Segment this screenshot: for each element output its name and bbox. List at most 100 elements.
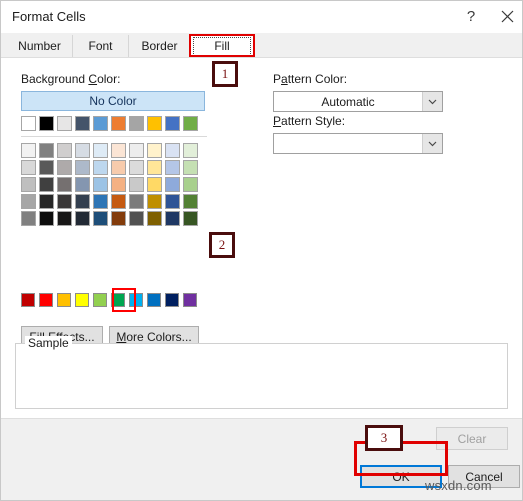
color-swatch[interactable]	[129, 211, 144, 226]
tab-fill[interactable]: Fill	[191, 35, 253, 57]
color-swatch[interactable]	[111, 143, 126, 158]
color-swatch[interactable]	[147, 143, 162, 158]
standard-color-swatch[interactable]	[75, 293, 89, 307]
color-palette	[21, 116, 207, 228]
color-swatch[interactable]	[183, 211, 198, 226]
theme-colors-row-2	[21, 143, 207, 158]
color-swatch[interactable]	[165, 160, 180, 175]
color-swatch[interactable]	[147, 177, 162, 192]
color-swatch[interactable]	[93, 143, 108, 158]
color-swatch[interactable]	[57, 211, 72, 226]
standard-colors-row	[21, 293, 197, 307]
color-swatch[interactable]	[183, 143, 198, 158]
pattern-color-value: Automatic	[321, 94, 375, 109]
color-swatch[interactable]	[75, 160, 90, 175]
theme-colors-row-4	[21, 177, 207, 192]
close-icon[interactable]	[489, 1, 523, 31]
color-swatch[interactable]	[165, 177, 180, 192]
color-swatch[interactable]	[147, 160, 162, 175]
color-swatch[interactable]	[183, 160, 198, 175]
color-swatch[interactable]	[93, 194, 108, 209]
standard-color-swatch[interactable]	[129, 293, 143, 307]
chevron-down-icon[interactable]	[422, 92, 442, 111]
color-swatch[interactable]	[39, 160, 54, 175]
color-swatch[interactable]	[75, 116, 90, 131]
color-swatch[interactable]	[21, 177, 36, 192]
color-swatch[interactable]	[129, 194, 144, 209]
color-swatch[interactable]	[147, 194, 162, 209]
watermark: wsxdn.com	[425, 478, 492, 493]
color-swatch[interactable]	[21, 194, 36, 209]
standard-color-swatch[interactable]	[111, 293, 125, 307]
help-icon[interactable]: ?	[453, 1, 489, 31]
color-swatch[interactable]	[93, 177, 108, 192]
sample-group-box	[15, 343, 508, 409]
color-swatch[interactable]	[129, 160, 144, 175]
color-swatch[interactable]	[93, 160, 108, 175]
color-swatch[interactable]	[75, 177, 90, 192]
annotation-step-1: 1	[212, 61, 238, 87]
standard-color-swatch[interactable]	[57, 293, 71, 307]
fill-tab-panel: Background Color: No Color Fill Effects.…	[1, 57, 522, 418]
color-swatch[interactable]	[183, 116, 198, 131]
color-swatch[interactable]	[93, 116, 108, 131]
color-swatch[interactable]	[147, 116, 162, 131]
color-swatch[interactable]	[75, 211, 90, 226]
color-swatch[interactable]	[21, 160, 36, 175]
color-swatch[interactable]	[129, 177, 144, 192]
color-swatch[interactable]	[57, 194, 72, 209]
clear-label: Clear	[457, 431, 487, 446]
color-swatch[interactable]	[93, 211, 108, 226]
standard-color-swatch[interactable]	[93, 293, 107, 307]
pattern-color-dropdown[interactable]: Automatic	[273, 91, 443, 112]
tab-number[interactable]: Number	[7, 35, 73, 57]
color-swatch[interactable]	[111, 194, 126, 209]
tab-fill-label: Fill	[214, 39, 230, 53]
color-swatch[interactable]	[75, 194, 90, 209]
color-swatch[interactable]	[129, 116, 144, 131]
no-color-label: No Color	[89, 94, 137, 108]
color-swatch[interactable]	[21, 143, 36, 158]
color-swatch[interactable]	[21, 211, 36, 226]
standard-color-swatch[interactable]	[21, 293, 35, 307]
color-swatch[interactable]	[129, 143, 144, 158]
standard-color-swatch[interactable]	[39, 293, 53, 307]
color-swatch[interactable]	[57, 143, 72, 158]
no-color-button[interactable]: No Color	[21, 91, 205, 111]
standard-color-swatch[interactable]	[165, 293, 179, 307]
theme-colors-row-6	[21, 211, 207, 226]
color-swatch[interactable]	[183, 194, 198, 209]
color-swatch[interactable]	[21, 116, 36, 131]
standard-color-swatch[interactable]	[147, 293, 161, 307]
color-swatch[interactable]	[57, 116, 72, 131]
color-swatch[interactable]	[39, 177, 54, 192]
standard-color-swatch[interactable]	[183, 293, 197, 307]
color-swatch[interactable]	[165, 143, 180, 158]
color-swatch[interactable]	[165, 116, 180, 131]
tab-border[interactable]: Border	[129, 35, 191, 57]
color-swatch[interactable]	[39, 143, 54, 158]
color-swatch[interactable]	[165, 211, 180, 226]
color-swatch[interactable]	[111, 211, 126, 226]
tab-font[interactable]: Font	[73, 35, 129, 57]
color-swatch[interactable]	[39, 211, 54, 226]
pattern-style-dropdown[interactable]	[273, 133, 443, 154]
color-swatch[interactable]	[57, 160, 72, 175]
theme-colors-row-5	[21, 194, 207, 209]
pattern-style-label: Pattern Style:	[273, 114, 346, 128]
chevron-down-icon[interactable]	[422, 134, 442, 153]
annotation-step-3: 3	[365, 425, 403, 451]
color-swatch[interactable]	[111, 160, 126, 175]
color-swatch[interactable]	[75, 143, 90, 158]
background-color-label: Background Color:	[21, 72, 121, 86]
color-swatch[interactable]	[147, 211, 162, 226]
color-swatch[interactable]	[183, 177, 198, 192]
color-swatch[interactable]	[39, 116, 54, 131]
color-swatch[interactable]	[39, 194, 54, 209]
tab-strip: Number Font Border Fill	[1, 33, 522, 57]
color-swatch[interactable]	[165, 194, 180, 209]
clear-button: Clear	[436, 427, 508, 450]
color-swatch[interactable]	[111, 177, 126, 192]
color-swatch[interactable]	[57, 177, 72, 192]
color-swatch[interactable]	[111, 116, 126, 131]
